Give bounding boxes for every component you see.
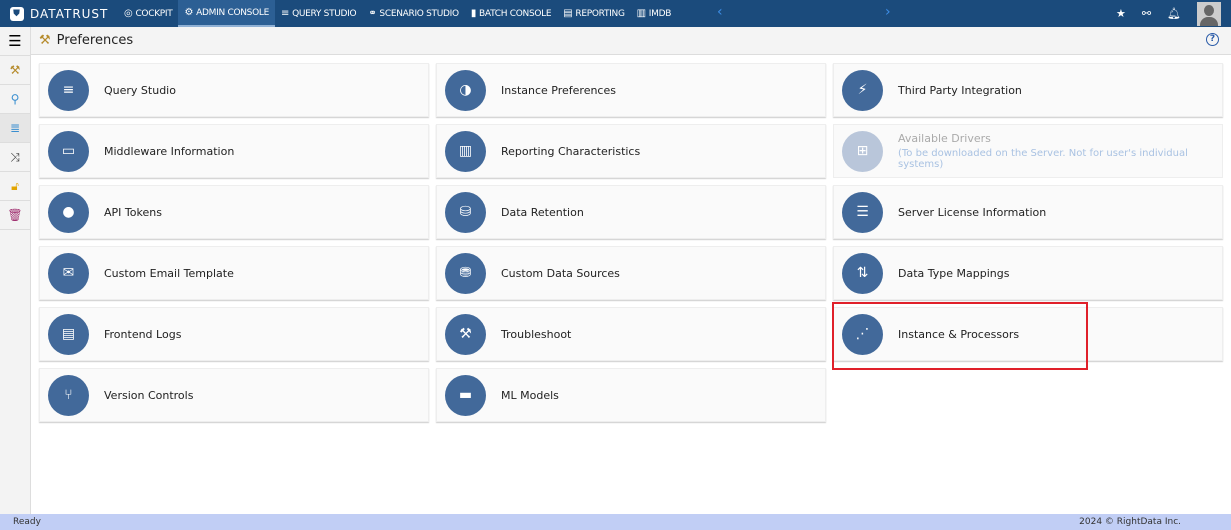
globe-icon: ●	[48, 191, 89, 233]
gauge-icon: ◎	[124, 8, 133, 19]
card-label: ML Models	[501, 388, 559, 402]
nav-scroll-left-icon[interactable]: ‹	[717, 4, 723, 20]
card-label: Query Studio	[104, 83, 176, 97]
nav-tab-scenario-studio[interactable]: ⚭ SCENARIO STUDIO	[362, 0, 465, 27]
card-label: Custom Data Sources	[501, 266, 620, 280]
trash-icon[interactable]: 🗑︎	[0, 201, 30, 230]
card-troubleshoot[interactable]: ⚒ Troubleshoot	[436, 307, 826, 361]
plug-icon: ⚡	[842, 69, 883, 111]
star-icon[interactable]: ★	[1116, 7, 1126, 20]
tools-icon[interactable]: ⚒	[0, 56, 30, 85]
card-ml-models[interactable]: ▬ ML Models	[436, 368, 826, 422]
database-icon: ≡	[48, 69, 89, 111]
card-third-party-integration[interactable]: ⚡ Third Party Integration	[833, 63, 1223, 117]
page-header: ⚒ Preferences ?	[31, 27, 1231, 55]
card-custom-data-sources[interactable]: ⛃ Custom Data Sources	[436, 246, 826, 300]
card-version-controls[interactable]: ⑂ Version Controls	[39, 368, 429, 422]
document-icon: ▤	[48, 313, 89, 355]
card-label: Custom Email Template	[104, 266, 234, 280]
card-label: Instance Preferences	[501, 83, 616, 97]
branch-icon: ⑂	[48, 374, 89, 416]
nav-tab-admin-console[interactable]: ⚙ ADMIN CONSOLE	[178, 0, 275, 27]
avatar[interactable]	[1197, 1, 1221, 26]
imdb-icon: ▥	[636, 8, 646, 19]
tools-icon: ⚒	[445, 313, 486, 355]
unlock-icon[interactable]: 🔓︎	[0, 172, 30, 201]
shuffle-icon[interactable]: ⤨	[0, 143, 30, 172]
hamburger-menu-icon[interactable]: ☰	[0, 27, 30, 56]
status-text: Ready	[13, 517, 41, 527]
nav-tab-reporting[interactable]: ▤ REPORTING	[557, 0, 630, 27]
hierarchy-icon[interactable]: ⚲	[0, 85, 30, 114]
main-nav: ◎ COCKPIT ⚙ ADMIN CONSOLE ≡ QUERY STUDIO ⚭ SCEN…	[118, 0, 677, 27]
top-navbar: ⛊ DATATRUST ◎ COCKPIT ⚙ ADMIN CONSOLE ≡ QUERY …	[0, 0, 1231, 27]
card-reporting-characteristics[interactable]: ▥ Reporting Characteristics	[436, 124, 826, 178]
card-label: API Tokens	[104, 205, 162, 219]
windows-icon: ⊞	[842, 130, 883, 172]
nav-tab-cockpit[interactable]: ◎ COCKPIT	[118, 0, 178, 27]
card-query-studio[interactable]: ≡ Query Studio	[39, 63, 429, 117]
nav-tab-batch-console[interactable]: ▮ BATCH CONSOLE	[465, 0, 557, 27]
bar-chart-icon: ▥	[445, 130, 486, 172]
card-instance-preferences[interactable]: ◑ Instance Preferences	[436, 63, 826, 117]
batch-icon: ▮	[470, 8, 477, 19]
bell-icon[interactable]: 🔔︎	[1167, 7, 1181, 20]
data-source-icon: ⛃	[445, 252, 486, 294]
card-frontend-logs[interactable]: ▤ Frontend Logs	[39, 307, 429, 361]
card-sublabel: (To be downloaded on the Server. Not for…	[898, 148, 1188, 170]
retention-icon: ⛁	[445, 191, 486, 233]
copyright: 2024 © RightData Inc.	[1079, 517, 1181, 527]
server-icon: ☰	[842, 191, 883, 233]
gear-icon: ⚙	[184, 7, 194, 18]
card-label: Server License Information	[898, 205, 1047, 219]
sidebar: ☰ ⚒ ⚲ ≣ ⤨ 🔓︎ 🗑︎	[0, 27, 31, 514]
card-label: Troubleshoot	[501, 327, 572, 341]
card-api-tokens[interactable]: ● API Tokens	[39, 185, 429, 239]
database-icon[interactable]: ≣	[0, 114, 30, 143]
envelope-icon: ✉	[48, 252, 89, 294]
nav-scroll-right-icon[interactable]: ›	[885, 4, 891, 20]
status-bar: Ready 2024 © RightData Inc.	[0, 514, 1231, 530]
monitor-icon: ▭	[48, 130, 89, 172]
card-label: Available Drivers	[898, 132, 991, 145]
card-available-drivers: ⊞ Available Drivers (To be downloaded on t…	[833, 124, 1223, 178]
mapping-icon: ⇅	[842, 252, 883, 294]
card-label: Data Retention	[501, 205, 584, 219]
scenario-icon: ⚭	[368, 8, 377, 19]
card-middleware-information[interactable]: ▭ Middleware Information	[39, 124, 429, 178]
card-label: Reporting Characteristics	[501, 144, 641, 158]
shield-icon: ⛊	[10, 6, 24, 21]
help-icon[interactable]: ?	[1206, 33, 1219, 46]
contrast-icon: ◑	[445, 69, 486, 111]
highlight-box	[832, 302, 1088, 370]
tools-icon: ⚒	[39, 33, 51, 48]
link-icon[interactable]: ⚯	[1142, 7, 1151, 20]
card-server-license-information[interactable]: ☰ Server License Information	[833, 185, 1223, 239]
file-icon: ▬	[445, 374, 486, 416]
card-label: Third Party Integration	[898, 83, 1022, 97]
card-label: Middleware Information	[104, 144, 235, 158]
nav-tab-imdb[interactable]: ▥ IMDB	[631, 0, 677, 27]
card-custom-email-template[interactable]: ✉ Custom Email Template	[39, 246, 429, 300]
page-title: Preferences	[56, 33, 134, 48]
database-icon: ≡	[280, 8, 290, 19]
app-logo[interactable]: ⛊ DATATRUST	[0, 6, 118, 21]
card-data-type-mappings[interactable]: ⇅ Data Type Mappings	[833, 246, 1223, 300]
nav-tab-query-studio[interactable]: ≡ QUERY STUDIO	[275, 0, 362, 27]
card-label: Frontend Logs	[104, 327, 182, 341]
card-label: Data Type Mappings	[898, 266, 1010, 280]
card-label: Version Controls	[104, 388, 194, 402]
card-data-retention[interactable]: ⛁ Data Retention	[436, 185, 826, 239]
report-icon: ▤	[563, 8, 573, 19]
